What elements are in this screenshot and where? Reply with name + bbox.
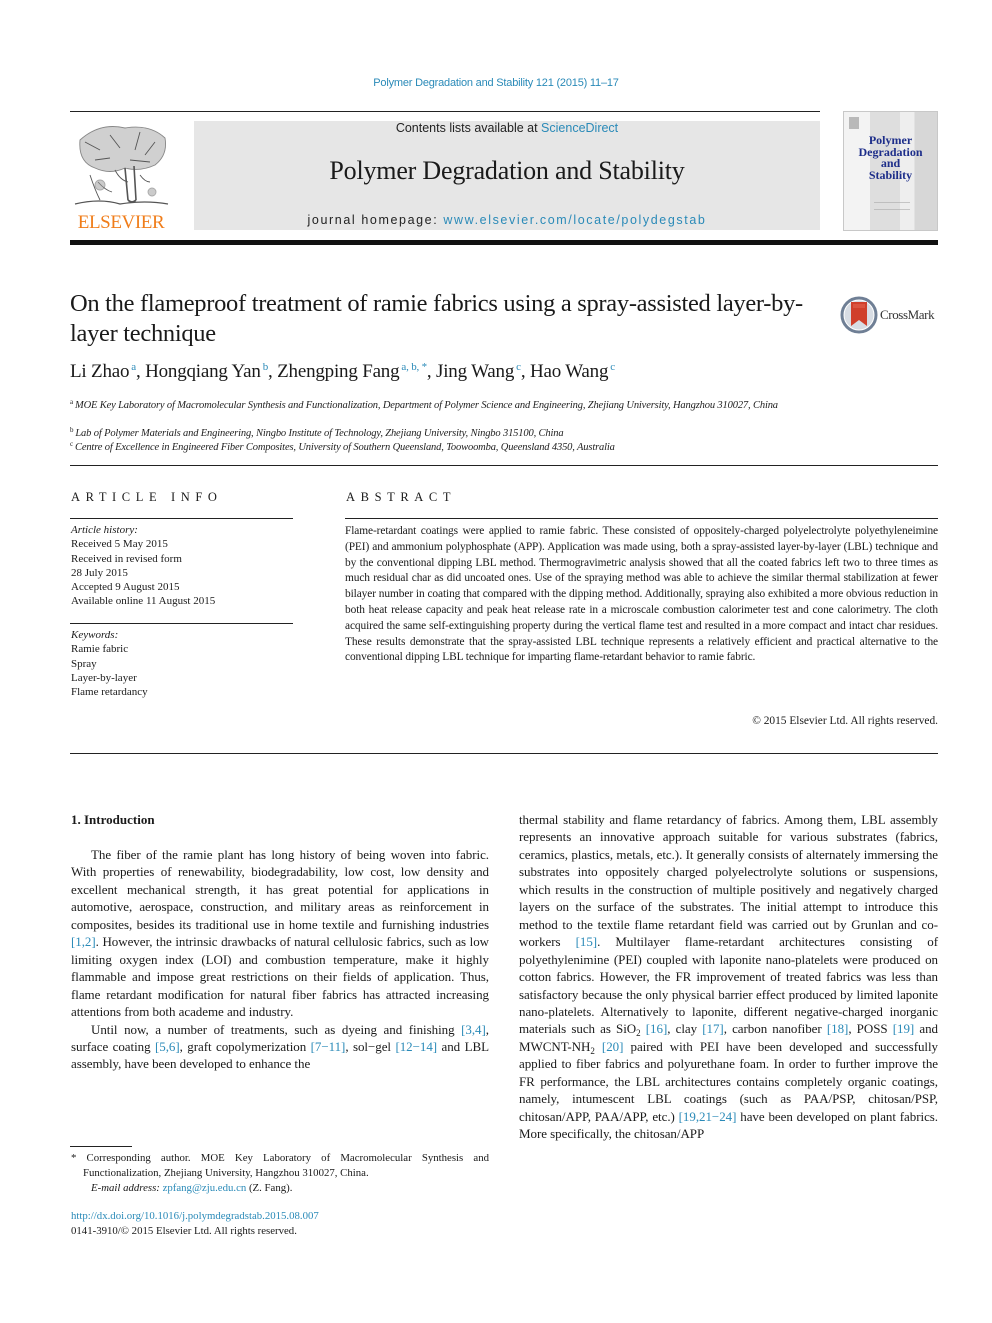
history-item: Received 5 May 2015 xyxy=(71,538,168,551)
citation-link[interactable]: [1,2] xyxy=(71,934,96,949)
author-affiliation-mark[interactable]: a, b, * xyxy=(401,361,427,373)
citation-link[interactable]: [16] xyxy=(646,1021,668,1036)
paragraph: The fiber of the ramie plant has long hi… xyxy=(71,847,489,1020)
affiliation-mark: b xyxy=(70,426,74,434)
subscript: 2 xyxy=(590,1045,595,1056)
author-name[interactable]: Zhengping Fang xyxy=(277,361,399,382)
author-separator: , xyxy=(135,361,146,382)
keywords: Keywords: Ramie fabric Spray Layer-by-la… xyxy=(71,628,293,699)
homepage-link[interactable]: www.elsevier.com/locate/polydegstab xyxy=(443,213,706,227)
corresponding-author-note: * Corresponding author. MOE Key Laborato… xyxy=(71,1152,489,1179)
citation-link[interactable]: [19] xyxy=(893,1021,915,1036)
article-title: On the flameproof treatment of ramie fab… xyxy=(70,290,803,347)
footnote-rule xyxy=(70,1146,132,1147)
citation-link[interactable]: [3,4] xyxy=(461,1022,486,1037)
keyword: Spray xyxy=(71,657,97,670)
keywords-label: Keywords: xyxy=(71,629,119,641)
abstract-copyright: © 2015 Elsevier Ltd. All rights reserved… xyxy=(752,715,938,727)
running-head[interactable]: Polymer Degradation and Stability 121 (2… xyxy=(0,77,992,89)
citation-link[interactable]: [7−11] xyxy=(311,1039,346,1054)
divider xyxy=(70,753,938,754)
history-item: Accepted 9 August 2015 xyxy=(71,581,180,594)
email-label: E-mail address: xyxy=(91,1182,163,1194)
author-affiliation-mark[interactable]: c xyxy=(610,361,615,373)
abstract-text: Flame-retardant coatings were applied to… xyxy=(345,525,938,664)
abstract-heading: ABSTRACT xyxy=(346,490,457,504)
crossmark-label: CrossMark xyxy=(880,307,935,322)
email-line: E-mail address: zpfang@zju.edu.cn (Z. Fa… xyxy=(71,1181,489,1196)
citation-link[interactable]: [19,21−24] xyxy=(679,1109,737,1124)
citation-link[interactable]: [18] xyxy=(827,1021,849,1036)
cover-publisher-icon xyxy=(849,117,859,129)
citation-link[interactable]: [20] xyxy=(602,1039,624,1054)
issn-copyright: 0141-3910/© 2015 Elsevier Ltd. All right… xyxy=(71,1225,297,1237)
contents-prefix: Contents lists available at xyxy=(395,121,542,135)
homepage-prefix: journal homepage: xyxy=(307,213,444,227)
keyword: Ramie fabric xyxy=(71,643,129,656)
history-label: Article history: xyxy=(71,524,138,536)
divider xyxy=(345,518,938,519)
author-name[interactable]: Hao Wang xyxy=(530,361,609,382)
article-history: Article history: Received 5 May 2015 Rec… xyxy=(71,523,293,609)
doi-link[interactable]: http://dx.doi.org/10.1016/j.polymdegrads… xyxy=(71,1210,319,1222)
subscript: 2 xyxy=(636,1028,641,1039)
author-separator: , xyxy=(426,361,437,382)
homepage-line: journal homepage: www.elsevier.com/locat… xyxy=(194,213,820,227)
masthead-banner: Contents lists available at ScienceDirec… xyxy=(194,121,820,230)
contents-line: Contents lists available at ScienceDirec… xyxy=(194,121,820,135)
citation-link[interactable]: [5,6] xyxy=(155,1039,180,1054)
citation-link[interactable]: [15] xyxy=(576,934,598,949)
history-item: Received in revised form xyxy=(71,552,182,565)
body-column-right: thermal stability and flame retardancy o… xyxy=(519,811,938,1143)
crossmark-icon xyxy=(840,296,878,334)
affiliation: a MOE Key Laboratory of Macromolecular Sy… xyxy=(70,395,830,413)
author-separator: , xyxy=(268,361,278,382)
history-item: Available online 11 August 2015 xyxy=(71,595,216,608)
author-list: Li Zhao a, Hongqiang Yan b, Zhengping Fang… xyxy=(70,361,870,383)
affiliation-mark: c xyxy=(70,440,73,448)
author-separator: , xyxy=(520,361,530,382)
divider xyxy=(70,518,293,519)
email-link[interactable]: zpfang@zju.edu.cn xyxy=(163,1182,247,1194)
citation-link[interactable]: [12−14] xyxy=(395,1039,437,1054)
author-name[interactable]: Li Zhao xyxy=(70,361,129,382)
footnote: * Corresponding author. MOE Key Laborato… xyxy=(71,1151,489,1196)
article-info-heading: ARTICLE INFO xyxy=(71,490,223,504)
journal-title: Polymer Degradation and Stability xyxy=(329,156,685,185)
elsevier-wordmark: ELSEVIER xyxy=(77,212,165,233)
crossmark-button[interactable]: CrossMark xyxy=(840,296,940,334)
section-heading: 1. Introduction xyxy=(71,812,155,827)
sciencedirect-link[interactable]: ScienceDirect xyxy=(541,121,618,135)
cover-editor-block xyxy=(874,202,910,210)
elsevier-tree-icon xyxy=(74,126,169,205)
author-name[interactable]: Jing Wang xyxy=(436,361,514,382)
affiliation-text: Centre of Excellence in Engineered Fiber… xyxy=(74,442,615,453)
cover-title-line: Stability xyxy=(868,167,913,182)
journal-cover-thumbnail[interactable]: Polymer Degradation and Stability xyxy=(843,111,938,231)
keyword: Flame retardancy xyxy=(71,686,148,699)
elsevier-logo[interactable]: ELSEVIER xyxy=(70,120,172,233)
keyword: Layer-by-layer xyxy=(71,671,137,684)
masthead-top-rule xyxy=(70,111,820,112)
affiliation-mark: a xyxy=(70,398,73,406)
affiliation: c Centre of Excellence in Engineered Fibe… xyxy=(70,437,830,455)
paragraph: thermal stability and flame retardancy o… xyxy=(519,812,938,1142)
paragraph: Until now, a number of treatments, such … xyxy=(71,1021,489,1072)
author-name[interactable]: Hongqiang Yan xyxy=(145,361,261,382)
masthead-bottom-rule xyxy=(70,240,938,245)
citation-link[interactable]: [17] xyxy=(702,1021,724,1036)
cover-title: Polymer Degradation and Stability xyxy=(844,134,937,182)
divider xyxy=(70,465,938,466)
email-suffix: (Z. Fang). xyxy=(246,1182,293,1194)
divider xyxy=(70,623,293,624)
body-column-left: The fiber of the ramie plant has long hi… xyxy=(71,846,489,1073)
affiliation-text: MOE Key Laboratory of Macromolecular Syn… xyxy=(74,400,778,411)
history-item: 28 July 2015 xyxy=(71,566,128,579)
